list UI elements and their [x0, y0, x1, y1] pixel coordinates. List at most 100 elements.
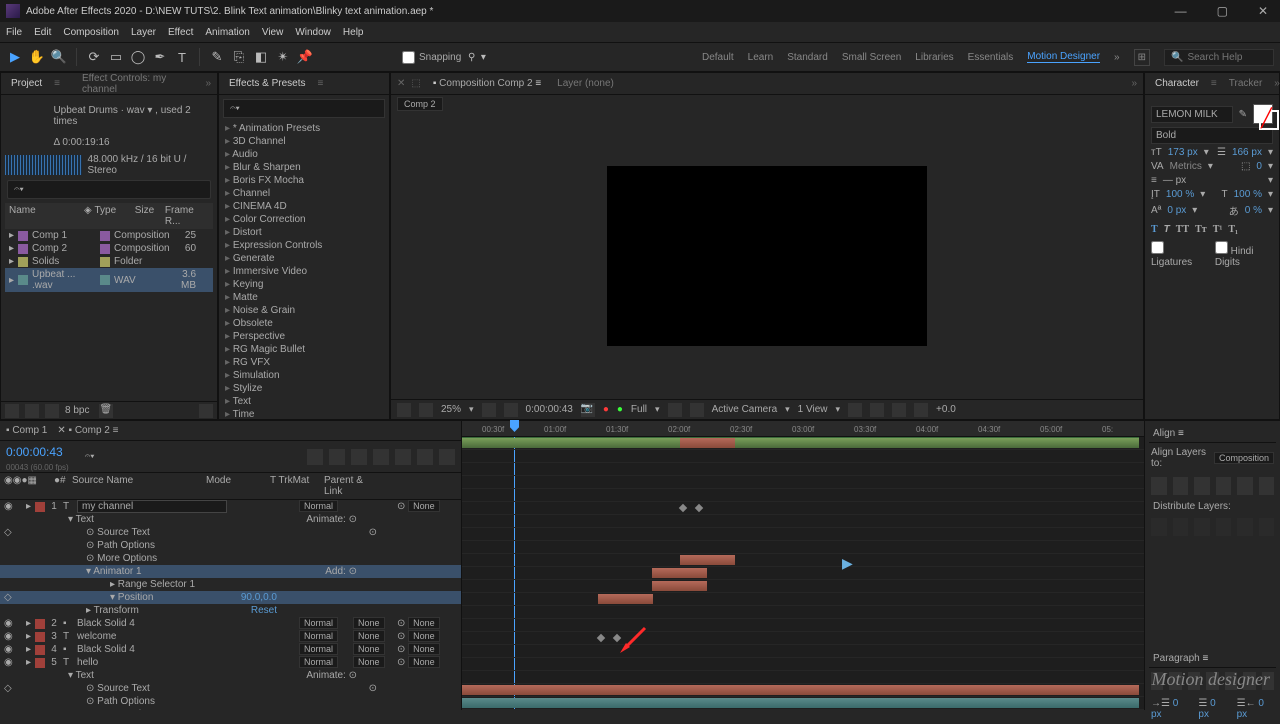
ws-more[interactable]: » — [1114, 52, 1120, 63]
tl-tab-comp2[interactable]: ✕ ▪ Comp 2 ≡ — [57, 425, 118, 436]
ws-standard[interactable]: Standard — [787, 52, 828, 63]
comp-overflow[interactable]: » — [1131, 78, 1137, 89]
orbit-tool[interactable]: ⟳ — [85, 48, 103, 66]
project-search[interactable]: 𝄐▾ — [7, 180, 211, 199]
tl-icon-2[interactable] — [329, 449, 345, 465]
menu-edit[interactable]: Edit — [34, 27, 51, 38]
interp-icon[interactable] — [5, 404, 19, 418]
dist-6[interactable] — [1259, 518, 1275, 536]
comp-viewer[interactable] — [391, 113, 1143, 400]
trash-icon[interactable]: 🗑 — [99, 404, 113, 418]
menu-layer[interactable]: Layer — [131, 27, 156, 38]
effects-category[interactable]: * Animation Presets — [219, 122, 389, 135]
timeline-layer-row[interactable]: ◇⊙ Source Text⊙ — [0, 682, 461, 695]
channel-icon[interactable] — [419, 403, 433, 417]
tl-icon-3[interactable] — [351, 449, 367, 465]
comp-icon[interactable] — [45, 404, 59, 418]
effects-search[interactable]: 𝄐▾ — [223, 99, 385, 118]
zoom-value[interactable]: 25% — [441, 404, 461, 415]
timeline-layer-row[interactable]: ▾ TextAnimate: ⊙ — [0, 513, 461, 526]
maximize-button[interactable]: ▢ — [1211, 4, 1234, 18]
comp-breadcrumb[interactable]: Comp 2 — [397, 97, 443, 111]
alpha-icon[interactable] — [397, 403, 411, 417]
ws-motiondesigner[interactable]: Motion Designer — [1027, 51, 1100, 63]
tl-icon-5[interactable] — [395, 449, 411, 465]
timeline-layer-row[interactable]: ◉▸3TwelcomeNormalNone⊙ None — [0, 630, 461, 643]
menu-view[interactable]: View — [262, 27, 284, 38]
dist-3[interactable] — [1194, 518, 1210, 536]
timeline-layer-row[interactable]: ◉▸4▪Black Solid 4NormalNone⊙ None — [0, 643, 461, 656]
snapping-toggle[interactable]: Snapping ⚲ ▾ — [402, 51, 486, 64]
grid-icon[interactable] — [668, 403, 682, 417]
effects-category[interactable]: Matte — [219, 291, 389, 304]
timecode[interactable]: 0:00:00:43 — [0, 441, 75, 463]
dist-2[interactable] — [1173, 518, 1189, 536]
timeline-layer-row[interactable]: ◇▾ Position90.0,0.0 — [0, 591, 461, 604]
menu-file[interactable]: File — [6, 27, 22, 38]
timeline-layer-row[interactable]: ⊙ More Options — [0, 552, 461, 565]
effects-category[interactable]: Immersive Video — [219, 265, 389, 278]
bpc-toggle[interactable]: 8 bpc — [65, 405, 89, 416]
timeline-layer-row[interactable]: ▸ Range Selector 1 — [0, 578, 461, 591]
timeline-layer-row[interactable]: ◇⊙ Source Text⊙ — [0, 526, 461, 539]
guide-icon[interactable] — [690, 403, 704, 417]
type-tool[interactable]: T — [173, 48, 191, 66]
tsume[interactable]: 0 % — [1245, 205, 1262, 216]
effects-category[interactable]: RG Magic Bullet — [219, 343, 389, 356]
align-target[interactable]: Composition — [1214, 452, 1274, 464]
hand-tool[interactable]: ✋ — [28, 48, 46, 66]
v3-icon[interactable] — [892, 403, 906, 417]
timeline-layer-row[interactable]: ▸ TransformReset — [0, 604, 461, 617]
ligatures-cb[interactable]: Ligatures — [1151, 241, 1201, 268]
allcaps-btn[interactable]: TT — [1176, 224, 1189, 235]
ws-learn[interactable]: Learn — [748, 52, 774, 63]
timeline-layer-row[interactable]: ▾ Animator 1Add: ⊙ — [0, 565, 461, 578]
tl-icon-7[interactable] — [439, 449, 455, 465]
help-search[interactable]: 🔍 — [1164, 49, 1274, 66]
menu-effect[interactable]: Effect — [168, 27, 193, 38]
tracker-tab[interactable]: Tracker — [1225, 76, 1267, 91]
time-ruler[interactable]: 00:30f01:00f01:30f02:00f02:30f03:00f03:3… — [462, 421, 1144, 437]
dist-1[interactable] — [1151, 518, 1167, 536]
hindi-cb[interactable]: Hindi Digits — [1215, 241, 1273, 268]
layer-tab[interactable]: Layer (none) — [553, 76, 618, 91]
timeline-layer-row[interactable]: ▾ TextAnimate: ⊙ — [0, 669, 461, 682]
effects-category[interactable]: Channel — [219, 187, 389, 200]
folder-icon[interactable] — [25, 404, 39, 418]
help-search-input[interactable] — [1187, 52, 1267, 63]
char-tab[interactable]: Character — [1151, 76, 1203, 91]
ws-smallscreen[interactable]: Small Screen — [842, 52, 901, 63]
font-family[interactable]: LEMON MILK — [1151, 106, 1233, 123]
clone-tool[interactable]: ⎘ — [230, 48, 248, 66]
ellipse-tool[interactable]: ◯ — [129, 48, 147, 66]
menu-composition[interactable]: Composition — [63, 27, 119, 38]
effects-category[interactable]: Keying — [219, 278, 389, 291]
ws-essentials[interactable]: Essentials — [968, 52, 1014, 63]
menu-window[interactable]: Window — [295, 27, 331, 38]
effects-category[interactable]: Simulation — [219, 369, 389, 382]
minimize-button[interactable]: — — [1169, 4, 1193, 18]
project-row[interactable]: ▸Comp 1Composition25 — [5, 229, 213, 242]
ws-overflow[interactable]: ⊞ — [1134, 49, 1150, 66]
cti-head[interactable] — [510, 420, 519, 432]
font-size[interactable]: 173 px — [1168, 147, 1198, 158]
close-button[interactable]: ✕ — [1252, 4, 1274, 18]
align-bottom[interactable] — [1259, 477, 1275, 495]
ws-libraries[interactable]: Libraries — [915, 52, 953, 63]
menu-help[interactable]: Help — [343, 27, 364, 38]
effects-category[interactable]: Obsolete — [219, 317, 389, 330]
align-top[interactable] — [1216, 477, 1232, 495]
snapshot-icon[interactable]: 📷 — [581, 403, 595, 417]
selection-tool[interactable]: ▶ — [6, 48, 24, 66]
dist-5[interactable] — [1237, 518, 1253, 536]
effects-category[interactable]: Color Correction — [219, 213, 389, 226]
timeline-layer-row[interactable]: ⊙ More Options — [0, 708, 461, 710]
res-icon[interactable] — [482, 403, 496, 417]
effects-category[interactable]: 3D Channel — [219, 135, 389, 148]
smallcaps-btn[interactable]: Tᴛ — [1195, 224, 1207, 235]
ws-default[interactable]: Default — [702, 52, 734, 63]
comp-flow-icon[interactable]: ⬚ — [411, 78, 420, 89]
v4-icon[interactable] — [914, 403, 928, 417]
roto-tool[interactable]: ✴ — [274, 48, 292, 66]
exposure[interactable]: +0.0 — [936, 404, 956, 415]
